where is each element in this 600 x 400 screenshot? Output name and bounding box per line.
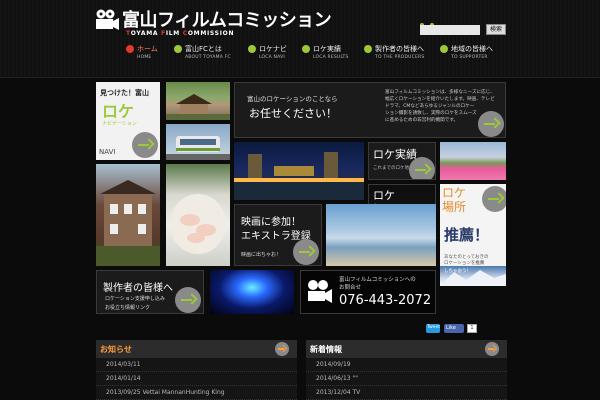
arrow-right-icon <box>132 132 158 158</box>
intro-body-2: 幅広くロケーションを紹介いたします。映画、テレビ <box>385 97 495 102</box>
tweet-button[interactable]: Tweet <box>426 324 440 333</box>
arrow-right-icon <box>293 239 319 265</box>
photo-traditional-house <box>166 82 230 120</box>
arrow-right-icon <box>478 111 504 137</box>
navi-tile-line1: 見つけた！富山 <box>100 89 149 97</box>
arrow-right-icon <box>482 186 506 212</box>
intro-body-4: ション撮影を誘致し、実際のロケをスムーズ <box>385 111 477 116</box>
nav-item-label: ホーム <box>137 45 158 53</box>
intro-body-3: ドラマ、CMなどあらゆるジャンルのロケー <box>385 104 475 109</box>
producers-sub-2: お役立ち情報リンク <box>105 305 151 311</box>
extra-sub: 映画に出ちゃお！ <box>241 252 282 258</box>
photo-tulip-field <box>440 142 506 180</box>
recommend-detail-title-2: 場所 <box>442 200 467 214</box>
nav-item-label: ロケナビ <box>259 45 287 53</box>
news-item[interactable]: 2013/09/25 Vettai MannanHunting King <box>96 386 297 400</box>
photo-old-building <box>96 164 160 266</box>
recommend-desc-3: しちゃおう！ <box>444 269 471 274</box>
nav-item-label: ロケ実績 <box>313 45 341 53</box>
nav-item-sublabel: TO SUPPORTER <box>451 55 488 60</box>
search-input[interactable] <box>420 25 480 35</box>
updates-panel: 新着情報 2014/09/19 2014/06/13 "" 2013/12/04… <box>306 340 507 400</box>
nav-item-label: 富山FCとは <box>185 45 222 53</box>
bullet-icon <box>440 45 448 53</box>
photo-night-city <box>234 142 364 200</box>
intro-tile[interactable]: 富山のロケーションのことなら お任せください！ 富山フィルムコミッションは、多様… <box>234 82 506 138</box>
contact-phone[interactable]: 076-443-2072 <box>339 293 431 308</box>
nav-item-sublabel: HOME <box>137 55 152 60</box>
news-panel: お知らせ 2014/03/11 2014/01/14 2013/09/25 Ve… <box>96 340 297 400</box>
nav-item-sublabel: ABOUT TOYAMA FC <box>185 55 231 60</box>
results-title: ロケ実績 <box>373 148 417 161</box>
intro-line1: 富山のロケーションのことなら <box>247 95 338 103</box>
arrow-right-icon[interactable] <box>485 342 499 356</box>
news-title: お知らせ <box>100 345 132 354</box>
photo-illumination <box>210 270 294 314</box>
nav-item-sublabel: LOCA RESULTS <box>313 55 349 60</box>
nav-item-sublabel: TO THE PRODUCERS <box>375 55 425 60</box>
bullet-icon <box>126 45 134 53</box>
search-button[interactable]: 検索 <box>486 24 506 35</box>
news-item[interactable]: 2014/03/11 <box>96 358 297 372</box>
updates-title: 新着情報 <box>310 345 342 354</box>
photo-tram <box>166 124 230 160</box>
film-camera-icon <box>96 9 119 30</box>
nav-item-label: 地域の皆様へ <box>451 45 493 53</box>
recommend-detail-tile[interactable]: ロケ 場所 推薦！ あなたのとっておきの ロケーションを推薦 <box>440 184 506 266</box>
facebook-like-button[interactable]: Like <box>444 324 464 333</box>
arrow-right-icon[interactable] <box>275 342 289 356</box>
updates-item[interactable]: 2014/09/19 <box>306 358 507 372</box>
nav-item-sublabel: LOCA NAVI <box>259 55 285 60</box>
loca-results-tile[interactable]: ロケ実績 これまでのロケ地マップ <box>368 142 436 180</box>
photo-coast <box>326 204 436 266</box>
updates-item[interactable]: 2014/06/13 "" <box>306 372 507 386</box>
site-logo-subtitle: TOYAMA FILM COMMISSION <box>126 30 235 37</box>
site-header: 富山フィルムコミッション TOYAMA FILM COMMISSION 検索 ホ… <box>0 0 600 78</box>
photo-snowy-mountains: しちゃおう！ <box>440 266 506 286</box>
intro-headline: お任せください！ <box>249 107 337 120</box>
contact-line2: お問合せ <box>339 285 362 291</box>
navi-tile-foot: NAVI <box>99 148 116 156</box>
film-camera-icon <box>308 280 332 303</box>
photo-white-shrimp-dish <box>166 164 230 266</box>
bullet-icon <box>174 45 182 53</box>
contact-line1: 富山フィルムコミッションへの <box>339 277 416 283</box>
intro-body-1: 富山フィルムコミッションは、多様なニーズに応じ、 <box>385 90 495 95</box>
producers-title: 製作者の皆様へ <box>103 283 173 294</box>
like-count: 1 <box>467 324 477 333</box>
loca-navi-tile[interactable]: 見つけた！富山 ロケ ナビゲーション NAVI <box>96 82 160 160</box>
arrow-right-icon <box>409 157 435 179</box>
updates-item[interactable]: 2013/12/04 TV <box>306 386 507 400</box>
site-logo-title[interactable]: 富山フィルムコミッション <box>122 6 332 32</box>
navi-tile-big: ロケ <box>102 102 135 121</box>
navi-tile-sub: ナビゲーション <box>102 121 137 127</box>
news-item[interactable]: 2014/01/14 <box>96 372 297 386</box>
bullet-icon <box>248 45 256 53</box>
producers-tile[interactable]: 製作者の皆様へ ロケーション支援申し込み お役立ち情報リンク <box>96 270 204 314</box>
like-label: Like <box>446 325 456 331</box>
extra-line1: 映画に参加！ <box>241 217 301 228</box>
bullet-icon <box>302 45 310 53</box>
nav-item-label: 製作者の皆様へ <box>375 45 424 53</box>
contact-tile[interactable]: 富山フィルムコミッションへの お問合せ 076-443-2072 <box>300 270 436 314</box>
producers-sub-1: ロケーション支援申し込み <box>105 296 165 302</box>
extra-registration-tile[interactable]: 映画に参加！ エキストラ登録 映画に出ちゃお！ <box>234 204 322 266</box>
arrow-right-icon <box>175 287 201 313</box>
updates-header: 新着情報 <box>306 340 507 358</box>
intro-body-5: に進めるための非営利的機関です。 <box>385 118 459 123</box>
news-header: お知らせ <box>96 340 297 358</box>
bullet-icon <box>364 45 372 53</box>
recommend-detail-big: 推薦！ <box>444 226 490 244</box>
